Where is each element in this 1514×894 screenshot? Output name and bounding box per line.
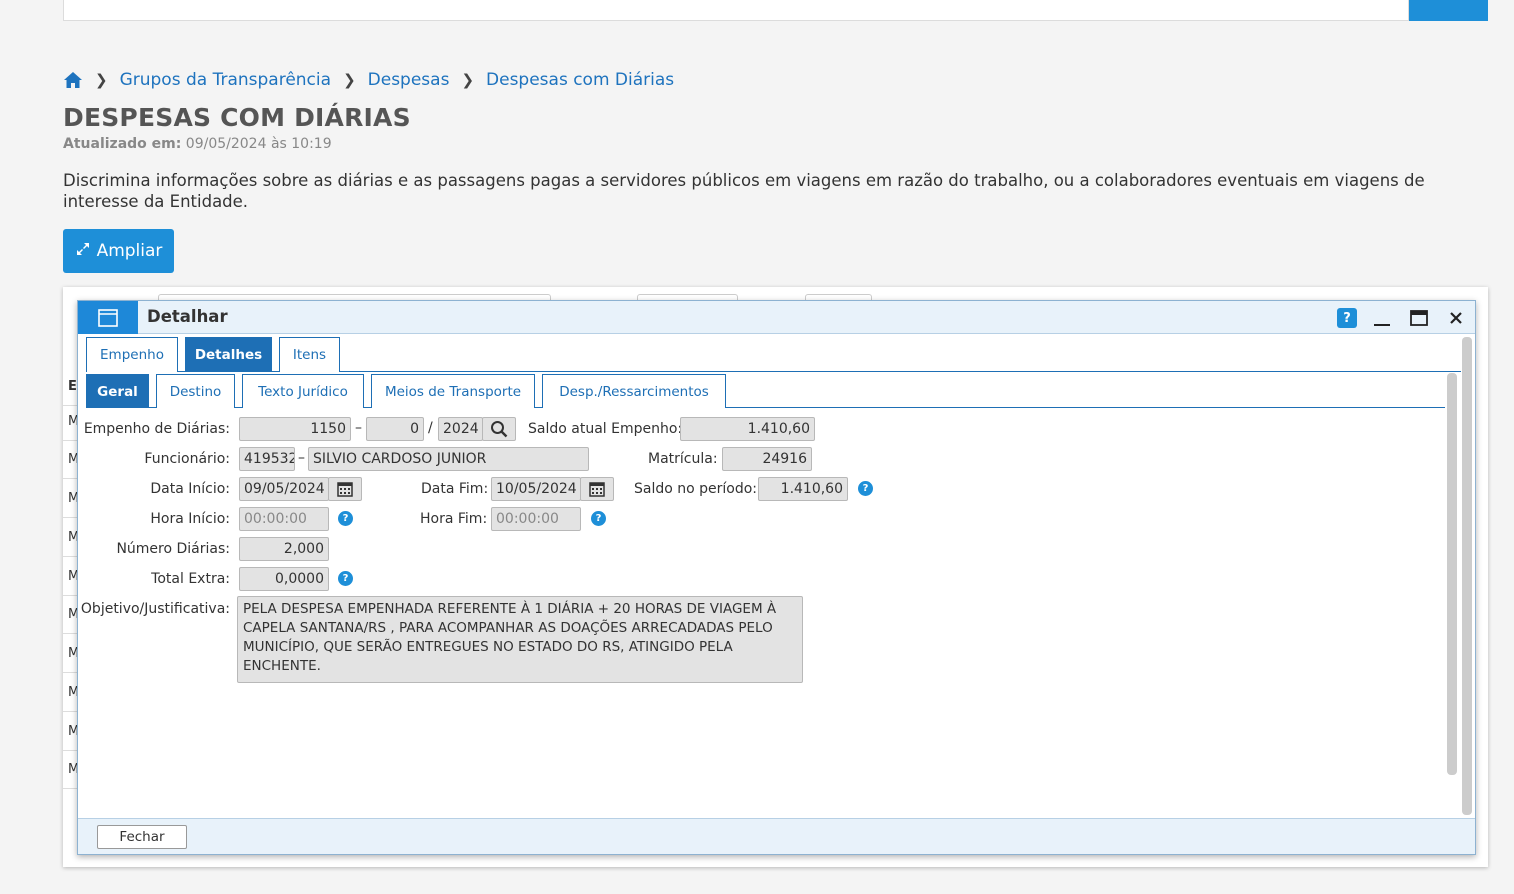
hora-fim-field[interactable]: 00:00:00 [491,507,581,531]
tab-geral[interactable]: Geral [86,374,149,408]
updated-label: Atualizado em: [63,136,182,152]
tab-texto-juridico[interactable]: Texto Jurídico [242,374,364,408]
minimize-icon[interactable] [1372,308,1392,328]
tab-destino[interactable]: Destino [156,374,235,408]
total-extra-label: Total Extra: [151,571,230,587]
table-row[interactable]: M [63,440,79,479]
funcionario-codigo-field[interactable]: 419532 [239,447,295,471]
help-icon[interactable]: ? [591,511,606,526]
table-row[interactable]: M [63,712,79,751]
data-inicio-label: Data Início: [150,481,230,497]
ampliar-label: Ampliar [96,241,163,261]
chevron-right-icon: ❯ [461,71,475,89]
inner-scrollbar[interactable] [1447,373,1457,775]
home-icon[interactable] [63,70,83,90]
hora-inicio-field[interactable]: 00:00:00 [239,507,329,531]
help-icon[interactable]: ? [338,571,353,586]
hora-fim-label: Hora Fim: [420,511,488,527]
funcionario-label: Funcionário: [144,451,230,467]
table-row[interactable]: M [63,595,79,634]
objetivo-textarea[interactable]: PELA DESPESA EMPENHADA REFERENTE À 1 DIÁ… [237,596,803,683]
ampliar-button[interactable]: Ampliar [63,229,174,273]
table-row[interactable]: M [63,402,79,441]
calendar-icon[interactable] [580,477,614,501]
grid-header-cell[interactable]: E [63,367,77,406]
top-search-input[interactable] [63,0,1409,21]
empenho-ano-field[interactable]: 2024 [438,417,483,441]
objetivo-label: Objetivo/Justificativa: [80,601,230,617]
matricula-field[interactable]: 24916 [722,447,812,471]
numero-diarias-field[interactable]: 2,000 [239,537,329,561]
breadcrumb-despesas-diarias[interactable]: Despesas com Diárias [486,70,674,90]
dialog-title: Detalhar [147,307,228,326]
data-inicio-field[interactable]: 09/05/2024 [239,477,329,501]
data-fim-label: Data Fim: [421,481,489,497]
search-icon[interactable] [482,417,516,441]
breadcrumb-grupos[interactable]: Grupos da Transparência [120,70,331,90]
funcionario-nome-field[interactable]: SILVIO CARDOSO JUNIOR [308,447,589,471]
saldo-periodo-field[interactable]: 1.410,60 [758,477,848,501]
breadcrumb-despesas[interactable]: Despesas [368,70,450,90]
breadcrumb: ❯ Grupos da Transparência ❯ Despesas ❯ D… [63,70,674,90]
saldo-periodo-label: Saldo no período: [634,481,758,497]
page-description: Discrimina informações sobre as diárias … [63,171,1425,211]
empenho-label: Empenho de Diárias: [83,421,230,437]
updated-timestamp: Atualizado em: 09/05/2024 às 10:19 [63,136,332,152]
help-icon[interactable]: ? [338,511,353,526]
dialog-footer: Fechar [78,818,1475,854]
page-title: DESPESAS COM DIÁRIAS [63,103,411,132]
hora-inicio-label: Hora Início: [150,511,230,527]
table-row[interactable]: M [63,673,79,712]
tab-empenho[interactable]: Empenho [86,337,178,372]
top-search-button[interactable] [1409,0,1488,21]
table-row[interactable]: M [63,557,79,596]
tab-meios-transporte[interactable]: Meios de Transporte [371,374,535,408]
matricula-label: Matrícula: [648,451,718,467]
chevron-right-icon: ❯ [343,71,356,89]
numero-diarias-label: Número Diárias: [116,541,230,557]
sub-tabbar: Geral Destino Texto Jurídico Meios de Tr… [86,374,1445,408]
expand-icon [75,241,91,262]
separator-slash: / [428,420,433,436]
table-row[interactable]: M [63,479,79,518]
data-fim-field[interactable]: 10/05/2024 [491,477,581,501]
help-button[interactable]: ? [1337,308,1357,328]
separator-dash: – [298,450,305,466]
table-row[interactable]: M [63,750,79,789]
geral-form: Empenho de Diárias: 1150 – 0 / 2024 Sald… [78,411,1438,821]
table-row[interactable]: M [63,518,79,557]
close-icon[interactable] [1446,308,1466,328]
maximize-icon[interactable] [1409,308,1429,328]
fechar-button[interactable]: Fechar [97,825,187,849]
empenho-sub-field[interactable]: 0 [366,417,424,441]
separator-dash: – [355,420,362,436]
detalhar-dialog: Detalhar ? Empenho Detalhes Itens Geral … [77,300,1476,855]
total-extra-field[interactable]: 0,0000 [239,567,329,591]
saldo-atual-label: Saldo atual Empenho: [528,421,683,437]
chevron-right-icon: ❯ [95,71,108,89]
outer-scrollbar[interactable] [1462,337,1472,815]
saldo-atual-field[interactable]: 1.410,60 [680,417,815,441]
tab-detalhes[interactable]: Detalhes [185,337,272,372]
window-icon [78,301,138,334]
tab-desp-ressarcimentos[interactable]: Desp./Ressarcimentos [542,374,726,408]
tab-itens[interactable]: Itens [279,337,340,372]
help-icon[interactable]: ? [858,481,873,496]
table-row[interactable]: M [63,634,79,673]
main-tabbar: Empenho Detalhes Itens [86,337,1461,372]
dialog-header[interactable]: Detalhar ? [78,301,1475,334]
empenho-numero-field[interactable]: 1150 [239,417,351,441]
calendar-icon[interactable] [328,477,362,501]
updated-value: 09/05/2024 às 10:19 [185,136,332,152]
